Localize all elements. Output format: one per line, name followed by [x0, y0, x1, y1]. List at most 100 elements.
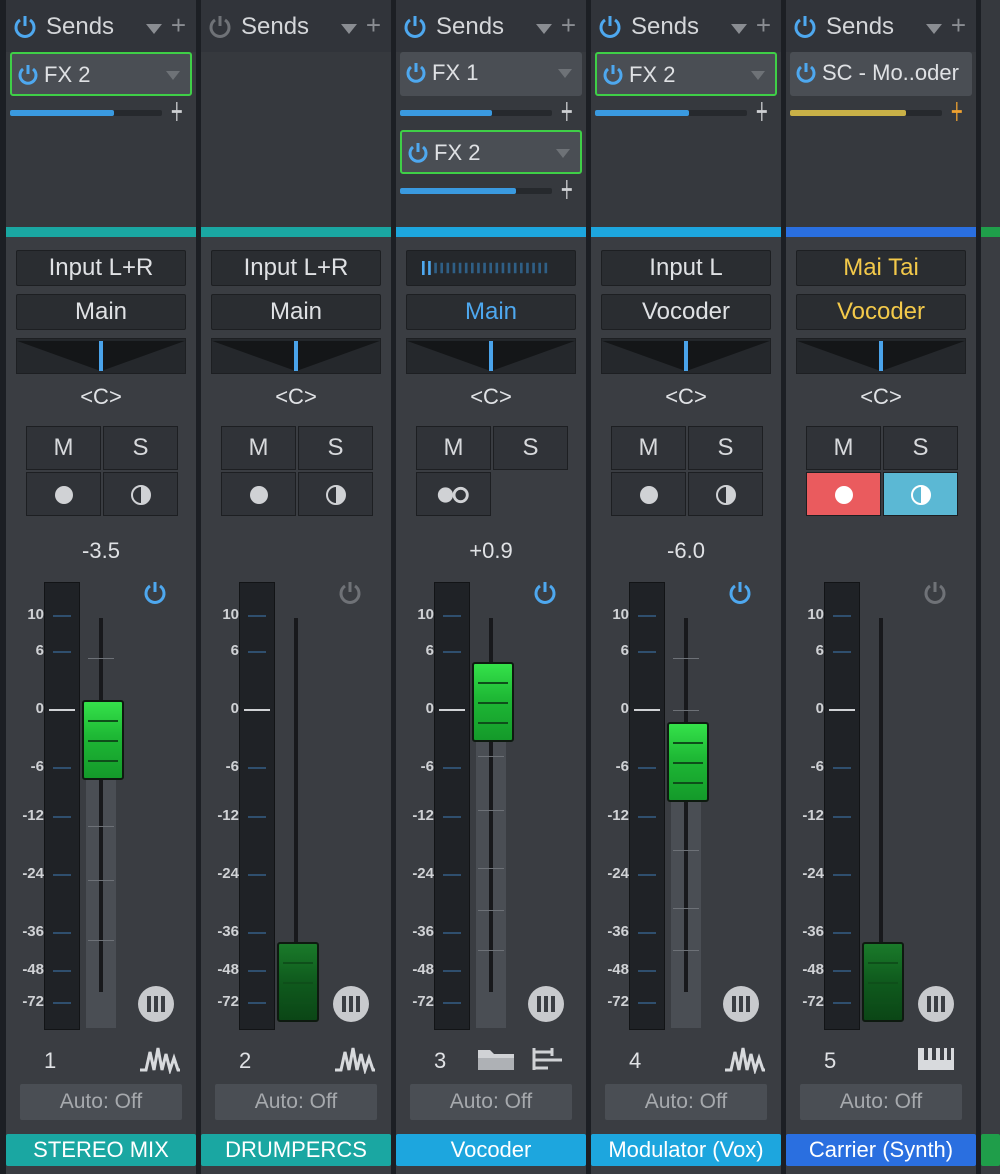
channel-editor-icon[interactable]	[333, 986, 369, 1022]
dropdown-icon[interactable]	[731, 24, 747, 34]
volume-fader[interactable]	[862, 942, 904, 1022]
pan-control[interactable]	[16, 338, 186, 374]
automation-mode[interactable]: Auto: Off	[20, 1084, 182, 1120]
power-icon[interactable]	[142, 580, 168, 606]
channel-editor-icon[interactable]	[528, 986, 564, 1022]
dropdown-icon[interactable]	[751, 71, 765, 80]
power-icon[interactable]	[406, 141, 430, 165]
dropdown-icon[interactable]	[341, 24, 357, 34]
power-icon[interactable]	[337, 580, 363, 606]
pan-handle-icon[interactable]: ┿	[562, 105, 582, 121]
send-slot-fx1[interactable]: FX 1	[400, 52, 582, 96]
power-icon[interactable]	[794, 61, 818, 85]
output-selector[interactable]: Vocoder	[796, 294, 966, 330]
send-level-slider[interactable]	[10, 110, 162, 116]
add-send-icon[interactable]: +	[171, 12, 186, 38]
power-icon[interactable]	[922, 580, 948, 606]
volume-fader[interactable]	[472, 662, 514, 742]
mute-button[interactable]: M	[611, 426, 686, 470]
input-selector[interactable]: Mai Tai	[796, 250, 966, 286]
send-slot-fx2[interactable]: FX 2	[10, 52, 192, 96]
input-selector[interactable]: Input L	[601, 250, 771, 286]
channel-editor-icon[interactable]	[918, 986, 954, 1022]
pan-control[interactable]	[601, 338, 771, 374]
mute-button[interactable]: M	[416, 426, 491, 470]
add-send-icon[interactable]: +	[951, 12, 966, 38]
output-selector[interactable]: Main	[406, 294, 576, 330]
solo-button[interactable]: S	[298, 426, 373, 470]
add-send-icon[interactable]: +	[756, 12, 771, 38]
input-selector[interactable]: Input L+R	[16, 250, 186, 286]
send-level-slider[interactable]	[595, 110, 747, 116]
send-slot-fx2[interactable]: FX 2	[400, 130, 582, 174]
send-level-slider[interactable]	[400, 110, 552, 116]
pan-handle-icon[interactable]: ┿	[172, 105, 192, 121]
monitor-button[interactable]	[688, 472, 763, 516]
pan-control[interactable]	[796, 338, 966, 374]
record-arm-button[interactable]	[806, 472, 881, 516]
input-selector[interactable]: Input L+R	[211, 250, 381, 286]
channel-editor-icon[interactable]	[138, 986, 174, 1022]
power-icon[interactable]	[207, 14, 233, 40]
record-arm-button[interactable]	[611, 472, 686, 516]
pan-handle-icon[interactable]: ┿	[757, 105, 777, 121]
track-name[interactable]: DRUMPERCS	[201, 1134, 391, 1166]
track-name[interactable]: Modulator (Vox)	[591, 1134, 781, 1166]
dropdown-icon[interactable]	[146, 24, 162, 34]
power-icon[interactable]	[404, 61, 428, 85]
output-selector[interactable]: Main	[16, 294, 186, 330]
power-icon[interactable]	[16, 63, 40, 87]
monitor-button[interactable]	[103, 472, 178, 516]
monitor-button[interactable]	[883, 472, 958, 516]
pan-handle-icon[interactable]: ┿	[952, 105, 972, 121]
volume-fader[interactable]	[667, 722, 709, 802]
automation-mode[interactable]: Auto: Off	[800, 1084, 962, 1120]
dropdown-icon[interactable]	[926, 24, 942, 34]
power-icon[interactable]	[597, 14, 623, 40]
add-send-icon[interactable]: +	[561, 12, 576, 38]
send-level-slider[interactable]	[790, 110, 942, 116]
track-name[interactable]: Carrier (Synth)	[786, 1134, 976, 1166]
mute-button[interactable]: M	[806, 426, 881, 470]
send-slot-sidechain[interactable]: SC - Mo..oder	[790, 52, 972, 96]
volume-fader[interactable]	[82, 700, 124, 780]
channel-editor-icon[interactable]	[723, 986, 759, 1022]
folder-icon[interactable]	[476, 1044, 516, 1074]
track-name[interactable]: STEREO MIX	[6, 1134, 196, 1166]
dropdown-icon[interactable]	[166, 71, 180, 80]
solo-button[interactable]: S	[883, 426, 958, 470]
pan-control[interactable]	[406, 338, 576, 374]
automation-mode[interactable]: Auto: Off	[410, 1084, 572, 1120]
record-arm-button[interactable]	[26, 472, 101, 516]
mute-button[interactable]: M	[221, 426, 296, 470]
power-icon[interactable]	[402, 14, 428, 40]
send-slot-fx2[interactable]: FX 2	[595, 52, 777, 96]
dropdown-icon[interactable]	[556, 149, 570, 158]
power-icon[interactable]	[792, 14, 818, 40]
dropdown-icon[interactable]	[536, 24, 552, 34]
dropdown-icon[interactable]	[558, 69, 572, 78]
monitor-button[interactable]	[298, 472, 373, 516]
routing-icon[interactable]	[530, 1044, 566, 1074]
power-icon[interactable]	[601, 63, 625, 87]
automation-mode[interactable]: Auto: Off	[215, 1084, 377, 1120]
automation-mode[interactable]: Auto: Off	[605, 1084, 767, 1120]
input-meter-strip[interactable]	[406, 250, 576, 286]
output-selector[interactable]: Vocoder	[601, 294, 771, 330]
record-arm-button[interactable]	[221, 472, 296, 516]
send-level-slider[interactable]	[400, 188, 552, 194]
pan-handle-icon[interactable]: ┿	[562, 183, 582, 199]
solo-button[interactable]: S	[103, 426, 178, 470]
power-icon[interactable]	[727, 580, 753, 606]
mute-button[interactable]: M	[26, 426, 101, 470]
listen-button[interactable]	[416, 472, 491, 516]
track-name-partial[interactable]	[981, 1134, 1000, 1166]
solo-button[interactable]: S	[493, 426, 568, 470]
volume-fader[interactable]	[277, 942, 319, 1022]
solo-button[interactable]: S	[688, 426, 763, 470]
pan-control[interactable]	[211, 338, 381, 374]
output-selector[interactable]: Main	[211, 294, 381, 330]
power-icon[interactable]	[12, 14, 38, 40]
power-icon[interactable]	[532, 580, 558, 606]
add-send-icon[interactable]: +	[366, 12, 381, 38]
